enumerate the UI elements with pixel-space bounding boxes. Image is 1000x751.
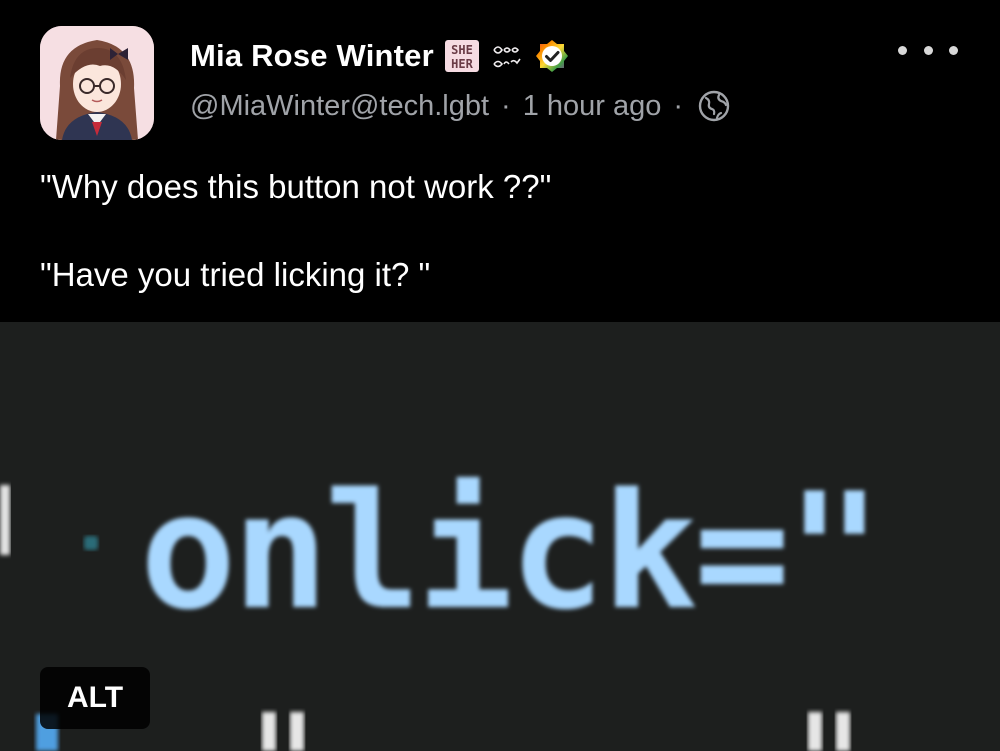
post-image[interactable]: onlick=": [0, 322, 1000, 751]
post-meta: @MiaWinter@tech.lgbt · 1 hour ago ·: [190, 86, 731, 126]
lower-quote-mark: [290, 712, 304, 751]
lower-quote-mark: [262, 712, 276, 751]
post-time[interactable]: 1 hour ago: [523, 90, 662, 123]
display-name[interactable]: Mia Rose Winter: [190, 38, 434, 74]
code-screenshot: onlick=": [0, 322, 1000, 751]
code-text: onlick=": [140, 458, 879, 645]
ellipsis-icon: [923, 45, 933, 55]
author-handle[interactable]: @MiaWinter@tech.lgbt: [190, 90, 489, 123]
meta-separator: ·: [501, 89, 511, 122]
lower-quote-mark: [808, 712, 822, 751]
post-text-line: "Have you tried licking it? ": [40, 256, 431, 293]
svg-text:SHE: SHE: [451, 43, 473, 57]
ellipsis-icon: [949, 45, 958, 55]
avatar-illustration: [40, 26, 154, 140]
post-header: Mia Rose Winter SHE HER @MiaWinter@tech.…: [0, 0, 1000, 150]
she-her-emoji: SHE HER: [444, 40, 479, 72]
cut-off-quote-mark: [0, 485, 10, 555]
post-text-line: "Why does this button not work ??": [40, 168, 552, 205]
ellipsis-icon: [898, 45, 907, 55]
globe-icon: [698, 90, 730, 122]
svg-text:HER: HER: [451, 57, 473, 71]
meta-separator: ·: [673, 89, 684, 122]
display-name-row: Mia Rose Winter SHE HER: [190, 34, 570, 78]
alt-text-badge[interactable]: ALT: [40, 667, 150, 729]
lower-quote-mark: [836, 712, 850, 751]
verified-rainbow-icon: [535, 40, 568, 72]
whitespace-dot: [84, 536, 98, 550]
avatar[interactable]: [40, 26, 154, 140]
more-options-button[interactable]: [898, 36, 958, 64]
good-girl-emoji: [493, 46, 521, 68]
